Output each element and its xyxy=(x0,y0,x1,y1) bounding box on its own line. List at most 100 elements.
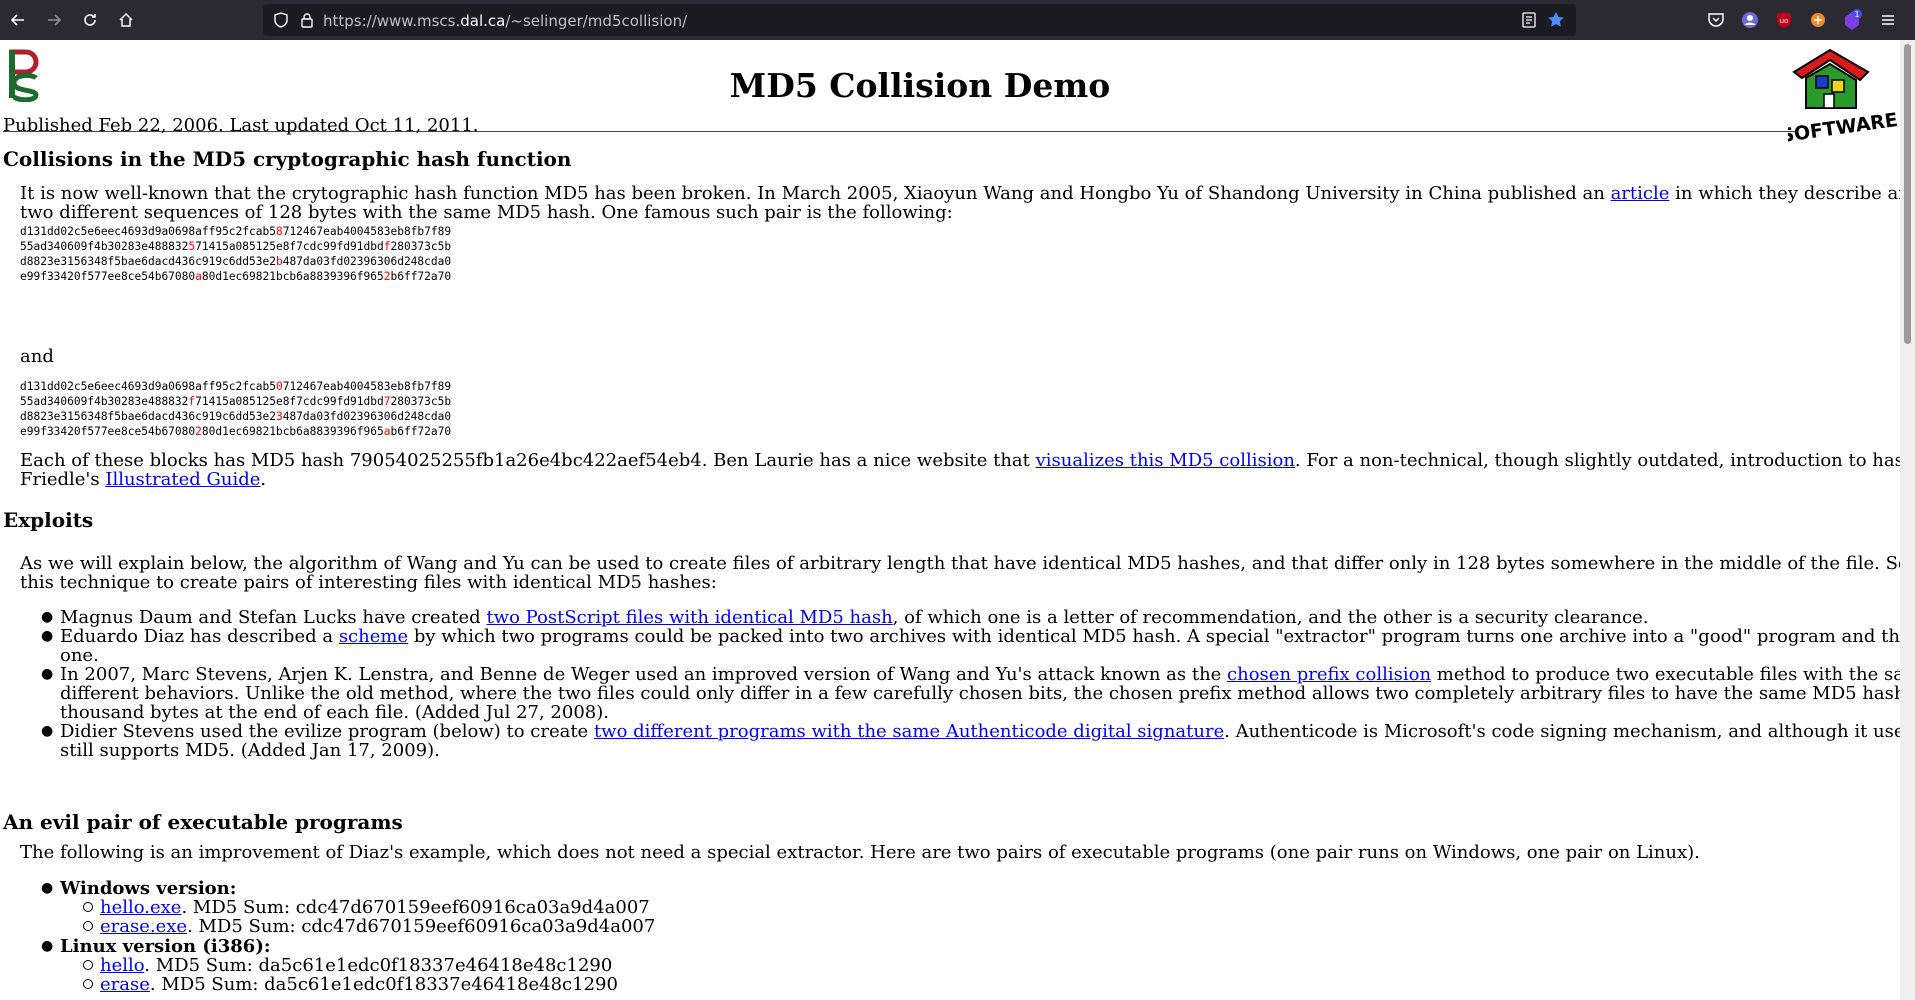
md5-sum: . MD5 Sum: cdc47d670159eef60916ca03a9d4a… xyxy=(181,897,650,918)
hash-segment: 487da03fd02396306d248cda0 xyxy=(282,255,452,268)
hash-segment: 55ad340609f4b30283e488832 xyxy=(20,395,189,408)
hash-segment: 55ad340609f4b30283e488832 xyxy=(20,240,189,253)
hash-segment: e99f33420f577ee8ce54b67080 xyxy=(20,270,196,283)
circle-bullet-icon xyxy=(83,921,93,931)
exploits-intro-line2: this technique to create pairs of intere… xyxy=(20,572,717,593)
circle-bullet-icon xyxy=(83,902,93,912)
hello-link[interactable]: hello xyxy=(100,955,144,976)
illustrated-guide-link[interactable]: Illustrated Guide xyxy=(105,469,260,490)
differing-byte: 3 xyxy=(275,410,283,423)
bullet-icon: ● xyxy=(41,628,54,644)
hash-segment: d8823e3156348f5bae6dacd436c919c6dd53e2 xyxy=(20,410,276,423)
list-item: ● Magnus Daum and Stefan Lucks have crea… xyxy=(41,607,1880,628)
list-item-text-cont: method to produce two executable files w… xyxy=(1436,664,1900,685)
ublock-icon[interactable]: uo xyxy=(1770,6,1798,34)
linux-version-label: ● Linux version (i386): xyxy=(41,936,271,957)
extension-badge-icon[interactable]: 1 xyxy=(1838,6,1866,34)
exploits-list: ● Magnus Daum and Stefan Lucks have crea… xyxy=(41,607,1900,760)
hash-segment: 71415a085125e8f7cdc99fd91dbd xyxy=(195,240,384,253)
hash-segment: 487da03fd02396306d248cda0 xyxy=(282,410,452,423)
hash-segment: d131dd02c5e6eec4693d9a0698aff95c2fcab5 xyxy=(20,380,276,393)
page-scrollbar[interactable] xyxy=(1900,40,1915,1000)
reader-view-icon[interactable] xyxy=(1519,10,1539,30)
hello-exe-link[interactable]: hello.exe xyxy=(100,897,181,918)
authenticode-link[interactable]: two different programs with the same Aut… xyxy=(594,721,1224,742)
exploits-intro: As we will explain below, the algorithm … xyxy=(20,554,1900,592)
svg-text:uo: uo xyxy=(1780,17,1789,25)
article-link[interactable]: article xyxy=(1611,183,1670,204)
lock-icon[interactable] xyxy=(297,10,317,30)
page-title: MD5 Collision Demo xyxy=(729,66,1111,105)
postscript-files-link[interactable]: two PostScript files with identical MD5 … xyxy=(486,607,892,628)
browser-toolbar: https://www.mscs.dal.ca/~selinger/md5col… xyxy=(0,0,1915,40)
hash-segment: 71415a085125e8f7cdc99fd91dbd xyxy=(195,395,384,408)
svg-text:SOFTWARE: SOFTWARE xyxy=(1788,109,1898,146)
shield-icon[interactable] xyxy=(271,10,291,30)
hash-segment: b6ff72a70 xyxy=(390,270,452,283)
hash-segment: e99f33420f577ee8ce54b67080 xyxy=(20,425,196,438)
intro-text-line2: two different sequences of 128 bytes wit… xyxy=(20,202,953,223)
hash-line: d8823e3156348f5bae6dacd436c919c6dd53e234… xyxy=(20,410,451,423)
section-heading-evil-pair: An evil pair of executable programs xyxy=(3,810,403,834)
url-text[interactable]: https://www.mscs.dal.ca/~selinger/md5col… xyxy=(323,12,687,30)
scheme-link[interactable]: scheme xyxy=(339,626,408,647)
hash-note-period: . xyxy=(260,469,267,490)
url-bar[interactable]: https://www.mscs.dal.ca/~selinger/md5col… xyxy=(263,4,1576,36)
erase-link[interactable]: erase xyxy=(100,974,150,995)
section-heading-exploits: Exploits xyxy=(3,508,94,532)
hash-line: d131dd02c5e6eec4693d9a0698aff95c2fcab587… xyxy=(20,225,451,238)
hash-segment: 80d1ec69821bcb6a8839396f965 xyxy=(201,270,384,283)
circle-bullet-icon xyxy=(83,979,93,989)
hash-segment: d131dd02c5e6eec4693d9a0698aff95c2fcab5 xyxy=(20,225,276,238)
visualize-collision-link[interactable]: visualizes this MD5 collision xyxy=(1036,450,1295,471)
list-item-text: Didier Stevens used the evilize program … xyxy=(60,721,594,742)
hash-line: d8823e3156348f5bae6dacd436c919c6dd53e2b4… xyxy=(20,255,451,268)
chosen-prefix-link[interactable]: chosen prefix collision xyxy=(1227,664,1431,685)
scrollbar-thumb[interactable] xyxy=(1904,44,1911,344)
menu-icon[interactable] xyxy=(1874,6,1902,34)
hash-note-text-cont: . For a non-technical, though slightly o… xyxy=(1294,450,1900,471)
hash-block-1: d131dd02c5e6eec4693d9a0698aff95c2fcab587… xyxy=(20,224,451,284)
exploits-intro-line1: As we will explain below, the algorithm … xyxy=(20,553,1900,574)
back-icon[interactable] xyxy=(4,6,32,34)
erase-exe-link[interactable]: erase.exe xyxy=(100,916,187,937)
pocket-icon[interactable] xyxy=(1702,6,1730,34)
list-item: ● Didier Stevens used the evilize progra… xyxy=(41,721,1900,760)
differing-byte: b xyxy=(275,255,283,268)
list-item: ● Eduardo Diaz has described a scheme by… xyxy=(41,626,1900,666)
file-item: erase. MD5 Sum: da5c61e1edc0f18337e46418… xyxy=(83,974,618,995)
hash-line: 55ad340609f4b30283e488832f71415a085125e8… xyxy=(20,395,451,408)
account-icon[interactable] xyxy=(1736,6,1764,34)
hash-line: d131dd02c5e6eec4693d9a0698aff95c2fcab507… xyxy=(20,380,451,393)
hash-block-2: d131dd02c5e6eec4693d9a0698aff95c2fcab50 7… xyxy=(20,379,451,439)
collisions-intro: It is now well-known that the crytograph… xyxy=(20,184,1900,222)
list-item-text-cont: , of which one is a letter of recommenda… xyxy=(892,607,1649,628)
home-icon[interactable] xyxy=(112,6,140,34)
list-item-text-line2: one. xyxy=(60,645,99,666)
hash-note: Each of these blocks has MD5 hash 790540… xyxy=(20,451,1900,489)
circle-bullet-icon xyxy=(83,960,93,970)
list-item-text-line3: thousand bytes at the end of each file. … xyxy=(60,702,609,723)
md5-sum: . MD5 Sum: cdc47d670159eef60916ca03a9d4a… xyxy=(187,916,656,937)
bullet-icon: ● xyxy=(41,938,54,954)
differing-byte: 0 xyxy=(275,380,283,393)
hash-line: 55ad340609f4b30283e488832571415a085125e8… xyxy=(20,240,451,253)
md5-sum: . MD5 Sum: da5c61e1edc0f18337e46418e48c1… xyxy=(149,974,618,995)
bullet-icon: ● xyxy=(41,666,54,682)
published-date: Published Feb 22, 2006. Last updated Oct… xyxy=(3,115,479,136)
extension-icon[interactable] xyxy=(1804,6,1832,34)
svg-text:1: 1 xyxy=(1854,10,1859,19)
hash-segment: 80d1ec69821bcb6a8839396f965 xyxy=(201,425,384,438)
bullet-icon: ● xyxy=(41,723,54,739)
reload-icon[interactable] xyxy=(76,6,104,34)
list-item-text: Magnus Daum and Stefan Lucks have create… xyxy=(60,607,487,628)
bullet-icon: ● xyxy=(41,609,54,625)
intro-text: It is now well-known that the crytograph… xyxy=(20,183,1611,204)
list-item-text: In 2007, Marc Stevens, Arjen K. Lenstra,… xyxy=(60,664,1228,685)
and-label: and xyxy=(20,346,54,367)
bookmark-star-icon[interactable] xyxy=(1546,10,1566,30)
hash-segment: 712467eab4004583eb8fb7f89 xyxy=(282,225,452,238)
section-heading-collisions: Collisions in the MD5 cryptographic hash… xyxy=(3,147,572,171)
forward-icon[interactable] xyxy=(40,6,68,34)
hash-line: e99f33420f577ee8ce54b67080a80d1ec69821bc… xyxy=(20,270,451,283)
